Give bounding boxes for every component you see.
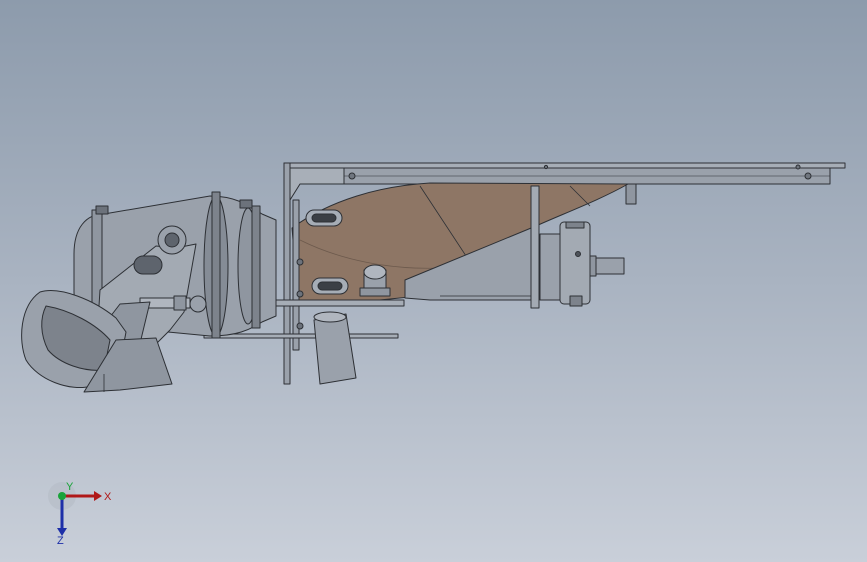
graphics-viewport[interactable]: X Y Z [0, 0, 867, 562]
model-view[interactable]: X Y Z [0, 0, 867, 562]
view-orientation-triad: X Y Z [48, 481, 112, 547]
y-axis-arrow [58, 492, 66, 500]
duct-fitting [359, 264, 391, 297]
thruster-assembly[interactable] [21, 162, 846, 393]
x-axis-label: X [104, 491, 112, 503]
y-axis-label: Y [66, 481, 74, 493]
motor-block [539, 221, 625, 307]
z-axis-label: Z [57, 535, 64, 547]
